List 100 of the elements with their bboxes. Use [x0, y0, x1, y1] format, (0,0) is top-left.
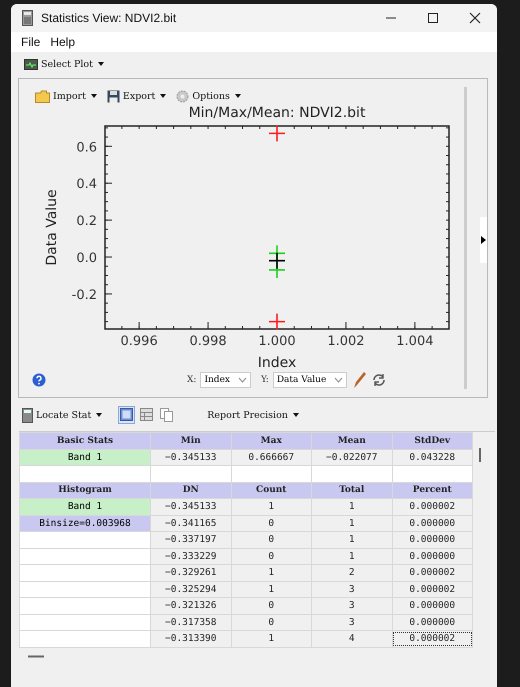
x-tick-label: 1.002 — [327, 334, 365, 349]
caret-icon — [334, 377, 344, 383]
y-tick-label: 0.2 — [76, 214, 97, 230]
help-icon[interactable] — [32, 373, 46, 387]
table-cell: 0 — [231, 548, 312, 564]
table-cell: 3 — [312, 614, 392, 630]
caret-icon — [234, 94, 241, 98]
y-tick-label: 0.4 — [76, 177, 97, 192]
column-header: DN — [150, 482, 231, 498]
table-view-button[interactable] — [138, 406, 156, 424]
column-header: Basic Stats — [20, 432, 150, 449]
table-cell: 1 — [312, 548, 392, 564]
refresh-icon[interactable] — [371, 373, 388, 387]
column-header: Percent — [392, 482, 472, 498]
pencil-icon[interactable] — [351, 371, 368, 389]
table-cell: 1 — [231, 581, 312, 598]
export-button[interactable]: Export — [104, 89, 168, 103]
table-cell: −0.313390 — [150, 630, 231, 647]
calculator-icon — [22, 10, 33, 26]
table-cell: −0.345133 — [150, 498, 231, 515]
table-cell: −0.317358 — [150, 614, 231, 630]
table-cell: −0.337197 — [150, 532, 231, 548]
table-cell: 3 — [312, 598, 392, 614]
caret-icon — [98, 62, 104, 66]
copy-icon — [160, 408, 174, 422]
table-cell: 0.000002 — [392, 630, 472, 647]
table-cell: 0.000000 — [392, 598, 472, 614]
menu-item[interactable]: File — [21, 35, 40, 49]
caret-icon — [292, 413, 299, 417]
scrollbar[interactable] — [464, 87, 467, 389]
table-cell: −0.345133 — [150, 449, 231, 466]
table-cell: −0.321326 — [150, 598, 231, 614]
column-header: Count — [231, 482, 312, 498]
x-axis-label: Index — [258, 355, 296, 371]
caret-icon — [160, 94, 166, 98]
table-cell: 0.000000 — [392, 532, 472, 548]
table-cell: 0.666667 — [231, 449, 312, 466]
table-cell: 0 — [231, 515, 312, 532]
column-header: Total — [312, 482, 392, 498]
y-tick-label: 0.6 — [76, 140, 97, 156]
table-cell: 1 — [312, 532, 392, 548]
right-arrow-icon — [481, 236, 486, 244]
locate-stat-button[interactable]: Locate Stat — [20, 408, 104, 422]
window-icon — [120, 408, 134, 421]
table-cell: −0.329261 — [150, 564, 231, 581]
table-cell: 0.000002 — [392, 564, 472, 581]
table-cell: 0 — [231, 614, 312, 630]
options-button[interactable]: Options — [174, 89, 243, 103]
table-cell: −0.325294 — [150, 581, 231, 598]
table-cell: 1 — [231, 564, 312, 581]
column-header: StdDev — [392, 432, 472, 449]
table-cell: 0.043228 — [392, 449, 472, 466]
column-header: Min — [150, 432, 231, 449]
caret-icon — [90, 94, 97, 98]
row-label: Band 1 — [20, 498, 150, 515]
axis-dropdown[interactable]: Data Value — [272, 372, 348, 388]
maximize-icon[interactable] — [427, 12, 439, 24]
grid-view-button[interactable] — [118, 406, 136, 424]
resize-grip-icon — [28, 654, 44, 658]
table-cell: −0.022077 — [312, 449, 392, 466]
select-plot-button[interactable]: Select Plot — [22, 58, 106, 70]
table-icon — [140, 408, 154, 421]
menu-item[interactable]: Help — [50, 35, 76, 49]
column-header: Histogram — [20, 482, 150, 498]
caret-icon — [96, 413, 102, 417]
window-title: Statistics View: NDVI2.bit — [41, 11, 178, 25]
y-axis-label: Data Value — [44, 189, 60, 266]
x-tick-label: 0.998 — [189, 334, 227, 349]
caret-icon — [238, 377, 247, 383]
table-cell: 2 — [312, 564, 392, 581]
x-tick-label: 1.000 — [258, 334, 296, 349]
table-cell: −0.333229 — [150, 548, 231, 564]
column-header: Mean — [312, 432, 392, 449]
close-icon[interactable] — [469, 12, 481, 24]
calculator-icon — [22, 408, 33, 422]
column-header: Max — [231, 432, 312, 449]
table-cell: 0.000002 — [392, 581, 472, 598]
table-cell: 1 — [231, 498, 312, 515]
axis-label: Y: — [260, 375, 269, 385]
scrollbar[interactable] — [479, 448, 481, 462]
report-precision-button[interactable]: Report Precision — [205, 410, 301, 420]
x-tick-label: 0.996 — [120, 334, 158, 349]
x-tick-label: 1.004 — [396, 334, 434, 349]
table-cell: 3 — [312, 581, 392, 598]
table-cell: 0.000000 — [392, 548, 472, 564]
chart-title: Min/Max/Mean: NDVI2.bit — [188, 105, 366, 121]
table-cell: 0.000000 — [392, 614, 472, 630]
table-cell: 1 — [312, 498, 392, 515]
table-cell: 0.000000 — [392, 515, 472, 532]
axis-dropdown[interactable]: Index — [200, 372, 251, 388]
table-cell: 0 — [231, 598, 312, 614]
copy-view-button[interactable] — [158, 406, 176, 424]
monitor-icon — [24, 58, 38, 70]
row-label: Band 1 — [20, 449, 150, 466]
expand-tab[interactable] — [480, 217, 487, 263]
table-cell: −0.341165 — [150, 515, 231, 532]
gear-icon — [176, 90, 190, 102]
table-cell: 0 — [231, 532, 312, 548]
y-tick-label: -0.2 — [72, 288, 97, 303]
import-button[interactable]: Import — [33, 89, 99, 103]
